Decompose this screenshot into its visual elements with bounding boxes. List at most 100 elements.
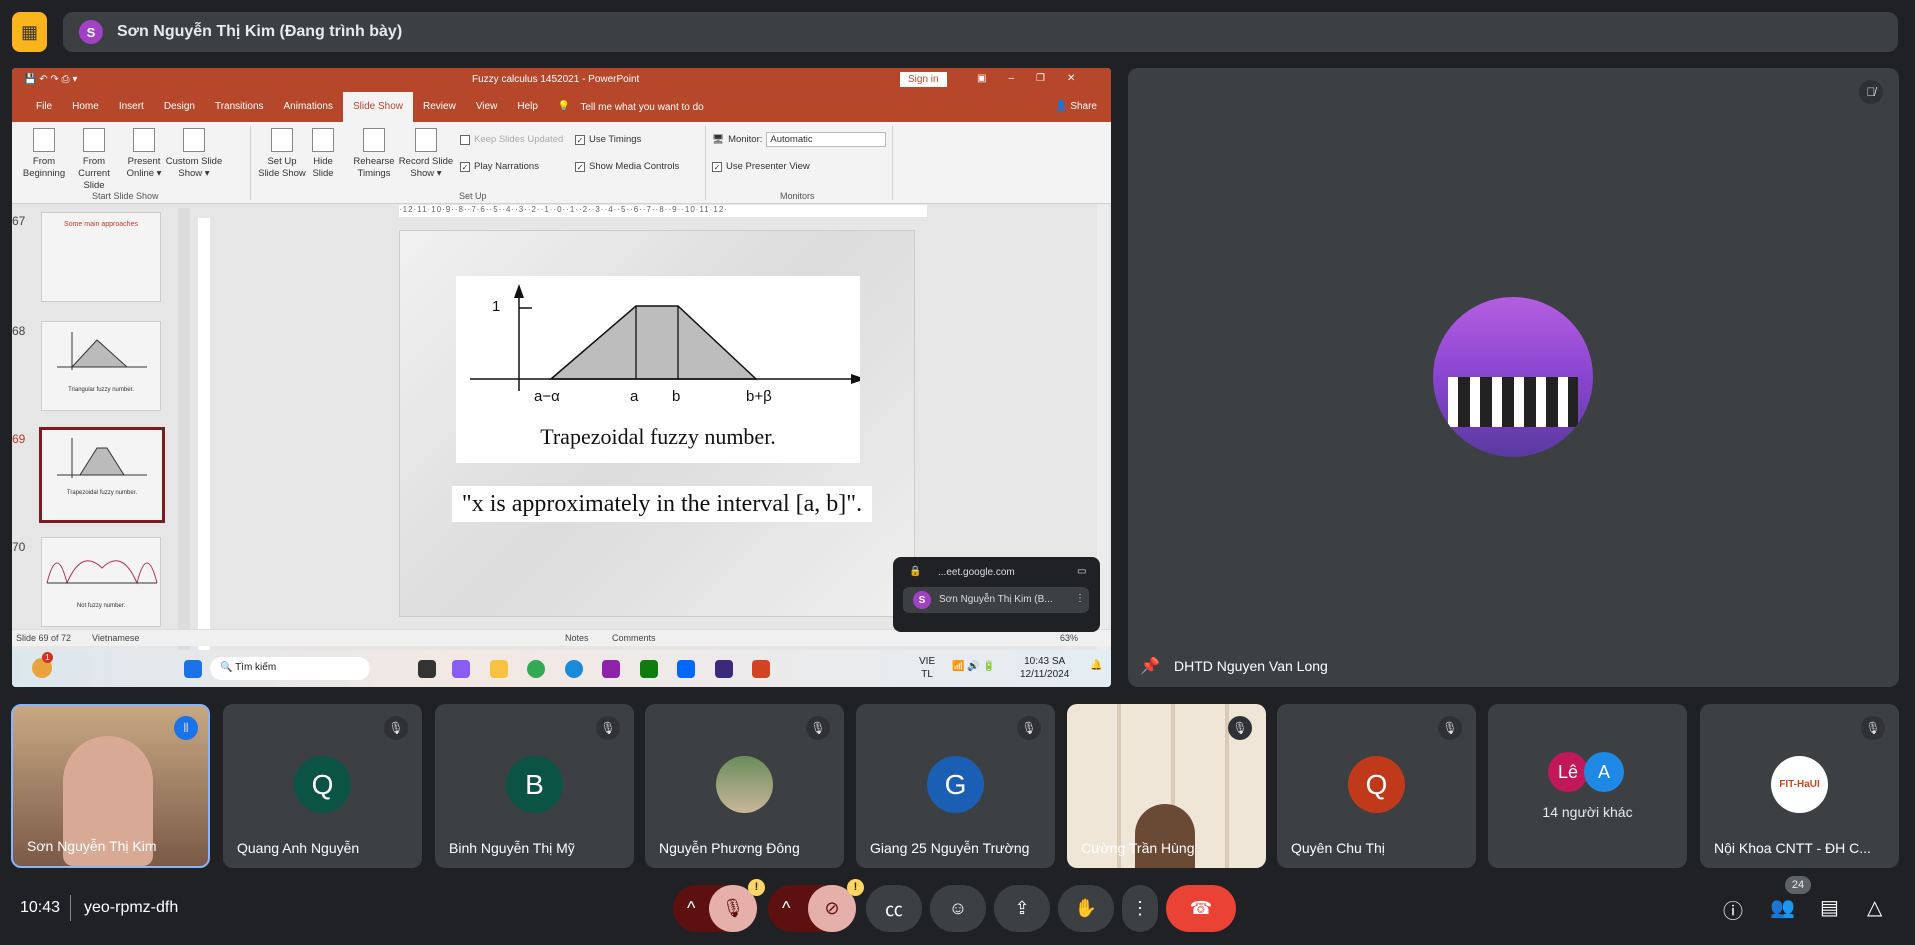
camera-options-button[interactable]: ^ ⊘! xyxy=(768,879,864,932)
app-icon[interactable] xyxy=(418,660,436,678)
use-timings-checkbox[interactable]: ✓ Use Timings xyxy=(575,134,641,145)
taskbar-search[interactable]: 🔍 Tìm kiếm xyxy=(210,657,370,680)
vertical-ruler xyxy=(198,218,210,687)
tab-help[interactable]: Help xyxy=(507,92,548,122)
activities-icon[interactable]: △ xyxy=(1867,895,1882,920)
lang1: VIE xyxy=(919,656,936,667)
tell-me-input[interactable]: Tell me what you want to do xyxy=(580,102,703,113)
participant-tile[interactable]: 🎙 Nguyễn Phương Đông xyxy=(645,704,844,868)
thumbnail-slide-70[interactable]: Not fuzzy number. xyxy=(41,537,161,627)
captions-button[interactable]: ㏄ xyxy=(866,885,922,932)
present-online-button[interactable]: Present Online ▾ xyxy=(124,128,164,180)
file-explorer-icon[interactable] xyxy=(490,660,508,678)
custom-show-button[interactable]: Custom Slide Show ▾ xyxy=(164,128,224,180)
show-media-checkbox[interactable]: ✓ Show Media Controls xyxy=(575,161,679,172)
participant-tile[interactable]: 🎙 B Binh Nguyễn Thị Mỹ xyxy=(435,704,634,868)
copilot-icon[interactable] xyxy=(452,660,470,678)
participant-tile[interactable]: ⦀ Sơn Nguyễn Thị Kim xyxy=(11,704,210,868)
tab-slide-show[interactable]: Slide Show xyxy=(342,92,414,122)
monitor-select[interactable]: 🖥 Monitor: Automatic xyxy=(712,132,887,147)
tab-view[interactable]: View xyxy=(466,92,508,122)
share-button[interactable]: 👤 Share xyxy=(1055,101,1097,112)
app-icon[interactable] xyxy=(715,660,733,678)
thumbnail-slide-69[interactable]: Trapezoidal fuzzy number. xyxy=(39,427,165,523)
hide-slide-button[interactable]: Hide Slide xyxy=(308,128,338,180)
emoji-button[interactable]: ☺ xyxy=(930,885,986,932)
participant-tile[interactable]: 🎙 G Giang 25 Nguyễn Trường xyxy=(856,704,1055,868)
chrome-icon[interactable] xyxy=(527,660,545,678)
pinned-participant-tile[interactable]: 🎙̸ 📌 DHTD Nguyen Van Long xyxy=(1128,68,1899,687)
powerpoint-icon[interactable] xyxy=(752,660,770,678)
slide-canvas[interactable]: 1 a−α a b b+β Trapezoidal fuzzy number. … xyxy=(399,230,915,617)
edge-icon[interactable] xyxy=(565,660,583,678)
camera-off-button[interactable]: ⊘! xyxy=(808,879,864,932)
input-language[interactable]: VIE TL xyxy=(919,655,935,681)
mic-off-button[interactable]: 🎙! xyxy=(709,879,765,932)
presenter-bar: S Sơn Nguyễn Thị Kim (Đang trình bày) xyxy=(63,12,1898,52)
taskbar-clock[interactable]: 10:43 SA 12/11/2024 xyxy=(1020,655,1069,681)
presenter-view-checkbox[interactable]: ✓ Use Presenter View xyxy=(712,161,810,172)
mic-off-icon: 🎙 xyxy=(1228,716,1252,740)
notes-button[interactable]: Notes xyxy=(565,633,589,643)
tab-animations[interactable]: Animations xyxy=(274,92,343,122)
app-icon[interactable] xyxy=(602,660,620,678)
bell-icon[interactable]: 🔔 xyxy=(1090,660,1102,671)
tab-design[interactable]: Design xyxy=(154,92,205,122)
zoom-level[interactable]: 63% xyxy=(1060,633,1078,643)
window-controls[interactable]: ▣–❐✕ xyxy=(977,73,1097,84)
leave-call-button[interactable]: ☎ xyxy=(1166,885,1236,932)
participant-tile[interactable]: 🎙 Q Quang Anh Nguyễn xyxy=(223,704,422,868)
quick-access-icons[interactable]: 💾 ↶ ↷ ⎙ ▾ xyxy=(24,74,77,85)
record-button[interactable]: Record Slide Show ▾ xyxy=(396,128,456,180)
more-options-button[interactable]: ⋮ xyxy=(1122,885,1158,932)
triangle-graph-icon xyxy=(57,332,147,370)
pin-icon[interactable]: 📌 xyxy=(1140,656,1160,676)
participant-tile[interactable]: 🎙 Cường Trần Hùng xyxy=(1067,704,1266,868)
monitor-icon: 🖥 xyxy=(712,134,725,145)
tab-file[interactable]: File xyxy=(26,92,62,122)
thumbnail-slide-68[interactable]: Triangular fuzzy number. xyxy=(41,321,161,411)
thumbnail-slide-67[interactable]: Some main approaches xyxy=(41,212,161,302)
setup-show-button[interactable]: Set Up Slide Show xyxy=(256,128,308,180)
wifi-sound-battery-icons[interactable]: 📶 🔊 🔋 xyxy=(952,661,995,672)
lock-icon: 🔒 xyxy=(909,566,922,577)
mic-options-button[interactable]: ^ 🎙! xyxy=(673,879,765,932)
keep-updated-checkbox[interactable]: Keep Slides Updated xyxy=(460,134,563,145)
tab-review[interactable]: Review xyxy=(413,92,466,122)
presentation-off-icon[interactable]: ▦ xyxy=(12,12,47,52)
windows-start-icon[interactable] xyxy=(184,660,202,678)
raise-hand-button[interactable]: ✋ xyxy=(1058,885,1114,932)
camera-icon[interactable]: ▭ xyxy=(1077,566,1086,577)
popup-participant[interactable]: S Sơn Nguyễn Thị Kim (B... ⋮ xyxy=(903,587,1089,613)
present-button[interactable]: ⇪ xyxy=(994,885,1050,932)
participant-name: Binh Nguyễn Thị Mỹ xyxy=(449,840,575,856)
zalo-icon[interactable] xyxy=(677,660,695,678)
tab-home[interactable]: Home xyxy=(62,92,109,122)
xbox-icon[interactable] xyxy=(640,660,658,678)
slide-counter: Slide 69 of 72 xyxy=(16,633,72,643)
play-narrations-checkbox[interactable]: ✓ Play Narrations xyxy=(460,161,539,172)
tab-transitions[interactable]: Transitions xyxy=(205,92,274,122)
others-tile[interactable]: Lê A 14 người khác xyxy=(1488,704,1687,868)
from-beginning-button[interactable]: From Beginning xyxy=(20,128,68,180)
info-icon[interactable]: ⓘ xyxy=(1723,895,1743,924)
thumb-caption: Not fuzzy number. xyxy=(76,603,126,609)
comments-button[interactable]: Comments xyxy=(612,633,656,643)
divider xyxy=(705,126,706,200)
monitor-value[interactable]: Automatic xyxy=(766,132,887,147)
participant-tile[interactable]: 🎙 FIT-HaUI Nội Khoa CNTT - ĐH C... xyxy=(1700,704,1899,868)
lang2: TL xyxy=(921,669,933,680)
rehearse-button[interactable]: Rehearse Timings xyxy=(352,128,396,180)
record-label: Record Slide Show ▾ xyxy=(398,156,454,179)
sign-in-button[interactable]: Sign in xyxy=(900,72,947,87)
from-current-button[interactable]: From Current Slide xyxy=(68,128,120,192)
thumbnail-scrollbar[interactable] xyxy=(178,208,190,687)
presenter-label: Sơn Nguyễn Thị Kim (Đang trình bày) xyxy=(117,23,403,40)
participant-tile[interactable]: 🎙 Q Quyên Chu Thị xyxy=(1277,704,1476,868)
participant-video xyxy=(1135,804,1195,868)
language-status[interactable]: Vietnamese xyxy=(92,633,139,643)
more-options-icon[interactable]: ⋮ xyxy=(1075,593,1085,604)
people-icon[interactable]: 👥 xyxy=(1770,895,1795,920)
chat-icon[interactable]: ▤ xyxy=(1820,895,1839,920)
tab-insert[interactable]: Insert xyxy=(109,92,154,122)
